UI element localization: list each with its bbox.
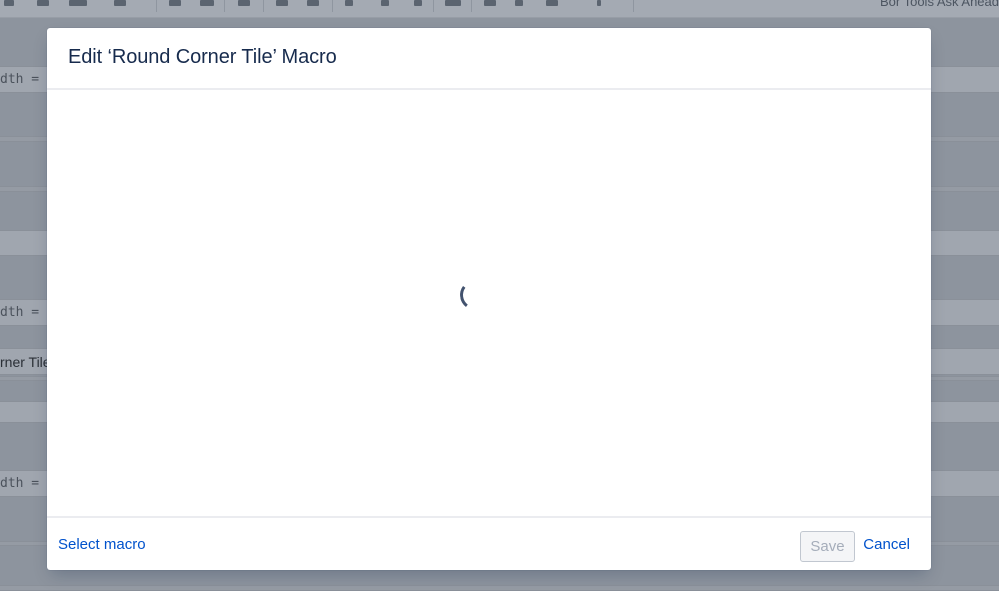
editor-toolbar: Bor Tools Ask Ahead [0, 0, 999, 18]
image-icon [381, 0, 389, 6]
content-row [0, 585, 999, 591]
table-icon [414, 0, 422, 6]
format-icon [4, 0, 14, 6]
save-button[interactable]: Save [800, 531, 855, 562]
insert-icon [445, 0, 461, 6]
toolbar-divider [263, 0, 264, 12]
dialog-title: Edit ‘Round Corner Tile’ Macro [68, 46, 337, 68]
edit-macro-dialog: Edit ‘Round Corner Tile’ Macro Select ma… [47, 28, 931, 570]
toolbar-divider [471, 0, 472, 12]
attach-icon [546, 0, 558, 6]
toolbar-divider [332, 0, 333, 12]
dialog-footer: Select macro Save Cancel [47, 516, 931, 570]
mention-icon [515, 0, 523, 6]
toolbar-divider [633, 0, 634, 12]
toolbar-divider [433, 0, 434, 12]
dialog-body [47, 90, 931, 516]
list-icon [169, 0, 181, 6]
indent-icon [276, 0, 288, 6]
align-icon [69, 0, 87, 6]
color-icon [114, 0, 126, 6]
toolbar-divider [156, 0, 157, 12]
spinner-icon [458, 278, 492, 312]
numbered-list-icon [200, 0, 214, 6]
row-text: rner Tile [0, 354, 51, 370]
link-icon [345, 0, 353, 6]
more-icon [597, 0, 601, 6]
underline-icon [37, 0, 49, 6]
outdent-icon [307, 0, 319, 6]
select-macro-link[interactable]: Select macro [58, 536, 146, 553]
cancel-button[interactable]: Cancel [863, 536, 910, 553]
task-icon [238, 0, 250, 6]
toolbar-right-text: Bor Tools Ask Ahead [879, 0, 999, 9]
toolbar-divider [224, 0, 225, 12]
dialog-header: Edit ‘Round Corner Tile’ Macro [47, 28, 931, 90]
emoji-icon [484, 0, 496, 6]
